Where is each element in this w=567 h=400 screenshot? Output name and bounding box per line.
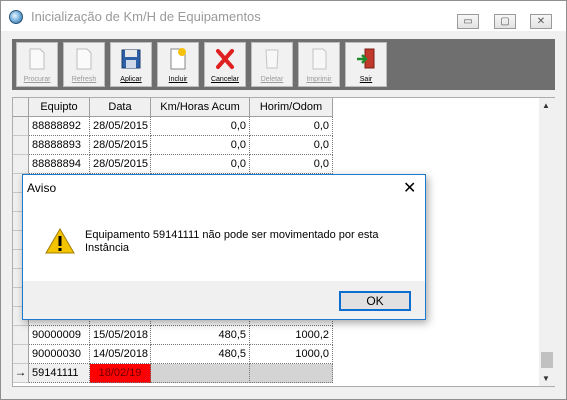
restore-button[interactable]: ▢ [494, 14, 516, 29]
cell-horim-odom[interactable]: 0,0 [250, 117, 333, 136]
scroll-thumb[interactable] [541, 352, 553, 368]
incluir-label: Incluir [168, 76, 188, 83]
incluir-button[interactable]: Incluir [157, 42, 199, 87]
aplicar-label: Aplicar [120, 76, 142, 83]
header-equipto[interactable]: Equipto [29, 98, 90, 117]
cell-equipto[interactable]: 90000009 [29, 326, 90, 345]
row-indicator[interactable] [13, 326, 29, 345]
grid-corner [13, 98, 29, 117]
scroll-down-icon[interactable]: ▼ [542, 374, 550, 383]
scroll-up-icon[interactable]: ▲ [542, 101, 550, 110]
toolbar: Procurar Refresh Aplicar Incluir Cancela… [12, 39, 555, 90]
sair-label: Sair [359, 76, 373, 83]
window-title: Inicialização de Km/H de Equipamentos [31, 9, 261, 24]
save-disk-icon [121, 49, 141, 69]
refresh-icon [76, 48, 92, 70]
warning-icon [45, 228, 75, 254]
dialog-title: Aviso [27, 181, 57, 195]
cell-data[interactable]: 28/05/2015 [90, 136, 151, 155]
cell-km-horas[interactable]: 0,0 [151, 117, 250, 136]
procurar-label: Procurar [23, 76, 51, 83]
dialog-message: Equipamento 59141111 não pode ser movime… [85, 229, 379, 254]
cell-equipto[interactable]: 59141111 [29, 364, 90, 383]
cell-km-horas[interactable]: 480,5 [151, 326, 250, 345]
cell-equipto[interactable]: 88888893 [29, 136, 90, 155]
sair-button[interactable]: Sair [345, 42, 387, 87]
aplicar-button[interactable]: Aplicar [110, 42, 152, 87]
cell-km-horas[interactable]: 480,5 [151, 345, 250, 364]
deletar-button[interactable]: Deletar [251, 42, 293, 87]
new-doc-icon [170, 48, 186, 70]
delete-icon [265, 49, 279, 69]
row-indicator[interactable] [13, 136, 29, 155]
procurar-button[interactable]: Procurar [16, 42, 58, 87]
cell-horim-odom[interactable]: 1000,2 [250, 326, 333, 345]
print-icon [312, 48, 327, 70]
imprimir-button[interactable]: Imprimir [298, 42, 340, 87]
cell-data-error[interactable]: 18/02/19 [90, 364, 151, 383]
cell-equipto[interactable]: 88888894 [29, 155, 90, 174]
cell-equipto[interactable]: 90000030 [29, 345, 90, 364]
row-indicator[interactable] [13, 117, 29, 136]
imprimir-label: Imprimir [306, 76, 332, 83]
ok-button[interactable]: OK [339, 291, 411, 311]
cell-km-horas[interactable]: 0,0 [151, 155, 250, 174]
cancelar-label: Cancelar [210, 76, 239, 83]
header-data[interactable]: Data [90, 98, 151, 117]
app-icon [9, 10, 23, 24]
row-indicator[interactable] [13, 345, 29, 364]
search-doc-icon [29, 48, 45, 70]
cancel-x-icon [216, 49, 234, 69]
cell-km-horas[interactable] [151, 364, 250, 383]
minimize-button[interactable]: ▭ [457, 14, 479, 29]
row-indicator[interactable] [13, 155, 29, 174]
cell-data[interactable]: 14/05/2018 [90, 345, 151, 364]
deletar-label: Deletar [260, 76, 284, 83]
cell-km-horas[interactable]: 0,0 [151, 136, 250, 155]
dialog-body: Equipamento 59141111 não pode ser movime… [23, 201, 425, 281]
cell-horim-odom[interactable]: 1000,0 [250, 345, 333, 364]
dialog-title-bar: Aviso ✕ [23, 175, 425, 201]
cell-horim-odom[interactable]: 0,0 [250, 155, 333, 174]
cell-data[interactable]: 15/05/2018 [90, 326, 151, 345]
dialog-close-icon[interactable]: ✕ [403, 178, 416, 198]
vertical-scrollbar[interactable]: ▲ ▼ [539, 98, 555, 386]
cancelar-button[interactable]: Cancelar [204, 42, 246, 87]
refresh-button[interactable]: Refresh [63, 42, 105, 87]
cell-horim-odom[interactable] [250, 364, 333, 383]
header-km-horas[interactable]: Km/Horas Acum [151, 98, 250, 117]
cell-equipto[interactable]: 88888892 [29, 117, 90, 136]
current-row-arrow-icon[interactable]: → [13, 364, 29, 383]
header-horim-odom[interactable]: Horim/Odom [250, 98, 333, 117]
warning-dialog: Aviso ✕ Equipamento 59141111 não pode se… [22, 174, 426, 320]
cell-data[interactable]: 28/05/2015 [90, 117, 151, 136]
cell-data[interactable]: 28/05/2015 [90, 155, 151, 174]
refresh-label: Refresh [71, 76, 97, 83]
exit-door-icon [357, 48, 375, 69]
close-window-button[interactable]: ✕ [530, 14, 552, 29]
title-bar: Inicialização de Km/H de Equipamentos ▭ … [1, 1, 566, 31]
cell-horim-odom[interactable]: 0,0 [250, 136, 333, 155]
